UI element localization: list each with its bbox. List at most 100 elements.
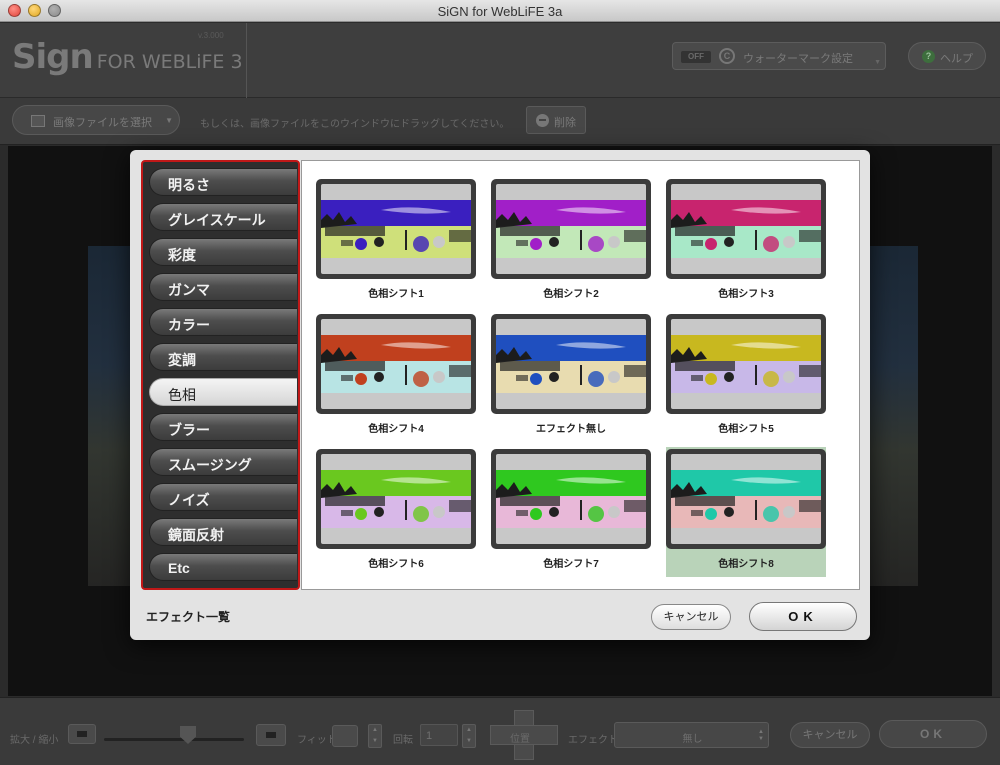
effect-thumbnail-label: 色相シフト8 — [718, 559, 774, 570]
delete-label: 削除 — [554, 117, 576, 129]
drag-hint-text: もしくは、画像ファイルをこのウインドウにドラッグしてください。 — [200, 119, 510, 130]
thumbnail-image — [671, 454, 821, 544]
header-divider — [246, 23, 247, 98]
effect-thumbnail-label: エフェクト無し — [536, 424, 606, 435]
effect-thumbnail[interactable]: 色相シフト8 — [666, 447, 826, 577]
effect-thumbnail[interactable]: 色相シフト1 — [316, 177, 476, 307]
zoom-out-button[interactable] — [68, 724, 96, 744]
category-item-label: 彩度 — [168, 247, 196, 263]
zoom-slider[interactable] — [104, 738, 244, 741]
help-button[interactable]: ? ヘルプ — [908, 42, 986, 70]
category-item-label: ガンマ — [168, 282, 210, 298]
effect-list-label: エフェクト一覧 — [146, 610, 231, 624]
logo-text: Sign — [12, 37, 94, 77]
rotate-stepper[interactable]: ▲ ▼ — [462, 724, 476, 748]
fit-horizontal-button[interactable] — [332, 725, 358, 747]
version-label: v.3.000 — [198, 31, 224, 40]
thumbnail-frame — [316, 314, 476, 414]
beach-scene-image — [671, 335, 821, 393]
effect-thumbnail-label: 色相シフト5 — [718, 424, 774, 435]
thumbnail-image — [321, 454, 471, 544]
dialog-ok-button[interactable]: OK — [749, 602, 857, 631]
fit-stepper[interactable]: ▲ ▼ — [368, 724, 382, 748]
thumbnail-frame — [491, 449, 651, 549]
category-item-label: グレイスケール — [168, 212, 266, 228]
category-item[interactable]: 色相 — [149, 378, 297, 406]
category-item[interactable]: ブラー — [149, 413, 297, 441]
main-ok-button[interactable]: OK — [879, 720, 987, 748]
effect-grid: 色相シフト1 色相シフト2 色相シフト3 色相シフト4 エフェクト無し 色相シフト5 色相シ… — [301, 160, 860, 590]
watermark-settings-button[interactable]: OFF C ウォーターマーク設定 ▼ — [672, 42, 886, 70]
logo-subtext: FOR WEBLiFE 3 — [96, 51, 243, 73]
category-item-label: 鏡面反射 — [168, 527, 224, 543]
position-label: 位置 — [510, 734, 530, 745]
thumbnail-frame — [316, 449, 476, 549]
thumbnail-image — [321, 319, 471, 409]
category-item[interactable]: カラー — [149, 308, 297, 336]
category-item[interactable]: 鏡面反射 — [149, 518, 297, 546]
stepper-arrows-icon: ▲ ▼ — [758, 729, 764, 742]
effect-thumbnail[interactable]: 色相シフト3 — [666, 177, 826, 307]
app-logo: Sign FOR WEBLiFE 3 — [12, 37, 243, 77]
category-item[interactable]: 彩度 — [149, 238, 297, 266]
effect-thumbnail[interactable]: 色相シフト7 — [491, 447, 651, 577]
zoom-label: 拡大 / 縮小 — [10, 735, 59, 746]
beach-scene-image — [671, 200, 821, 258]
beach-scene-image — [496, 335, 646, 393]
thumbnail-frame — [666, 179, 826, 279]
effect-thumbnail[interactable]: エフェクト無し — [491, 312, 651, 442]
beach-scene-image — [671, 470, 821, 528]
select-image-file-label: 画像ファイルを選択 — [53, 117, 152, 129]
thumbnail-image — [321, 184, 471, 274]
rotate-label: 回転 — [393, 735, 413, 746]
dialog-cancel-button[interactable]: キャンセル — [651, 604, 731, 630]
question-icon: ? — [922, 50, 935, 63]
images-icon — [31, 115, 45, 127]
large-image-icon — [266, 732, 276, 738]
category-item[interactable]: ガンマ — [149, 273, 297, 301]
dropdown-arrow-icon: ▼ — [874, 59, 881, 66]
category-item[interactable]: ノイズ — [149, 483, 297, 511]
select-image-file-button[interactable]: 画像ファイルを選択 ▼ — [12, 105, 180, 135]
category-item-label: 変調 — [168, 352, 196, 368]
category-item-label: 明るさ — [168, 177, 210, 193]
copyright-icon: C — [719, 48, 735, 64]
zoom-slider-thumb[interactable] — [180, 726, 196, 744]
watermark-toggle[interactable]: OFF — [681, 51, 711, 63]
effect-dialog: 明るさグレイスケール 彩度ガンマカラー変調色相ブラースムージングノイズ鏡面反射 Et… — [130, 150, 870, 640]
small-image-icon — [77, 731, 87, 737]
position-dpad[interactable]: 位置 — [490, 710, 558, 760]
thumbnail-frame — [491, 179, 651, 279]
delete-button[interactable]: 削除 — [526, 106, 586, 134]
thumbnail-image — [496, 454, 646, 544]
category-item[interactable]: 明るさ — [149, 168, 297, 196]
effect-thumbnail[interactable]: 色相シフト2 — [491, 177, 651, 307]
thumbnail-frame — [316, 179, 476, 279]
dropdown-arrow-icon: ▼ — [165, 116, 173, 125]
zoom-in-button[interactable] — [256, 724, 286, 746]
category-item[interactable]: スムージング — [149, 448, 297, 476]
thumbnail-image — [671, 319, 821, 409]
fit-label: フィット — [297, 735, 337, 746]
category-item[interactable]: グレイスケール — [149, 203, 297, 231]
effect-thumbnail[interactable]: 色相シフト5 — [666, 312, 826, 442]
beach-scene-image — [496, 470, 646, 528]
effect-thumbnail-label: 色相シフト6 — [368, 559, 424, 570]
effect-thumbnail-label: 色相シフト4 — [368, 424, 424, 435]
category-list: 明るさグレイスケール 彩度ガンマカラー変調色相ブラースムージングノイズ鏡面反射 Et… — [141, 160, 300, 590]
category-item[interactable]: Etc — [149, 553, 297, 581]
effect-thumbnail-label: 色相シフト3 — [718, 289, 774, 300]
effect-thumbnail[interactable]: 色相シフト6 — [316, 447, 476, 577]
effect-thumbnail-label: 色相シフト1 — [368, 289, 424, 300]
rotate-field[interactable]: 1 — [420, 724, 458, 746]
effect-thumbnail[interactable]: 色相シフト4 — [316, 312, 476, 442]
category-item[interactable]: 変調 — [149, 343, 297, 371]
beach-scene-image — [321, 335, 471, 393]
thumbnail-image — [671, 184, 821, 274]
bottom-controls: 拡大 / 縮小 フィット ▲ ▼ 回転 1 ▲ ▼ 位置 エフェクト 無し ▲ ▼ キ… — [0, 697, 1000, 765]
category-item-label: ノイズ — [168, 492, 210, 508]
file-toolbar: 画像ファイルを選択 ▼ もしくは、画像ファイルをこのウインドウにドラッグしてくだ… — [0, 98, 1000, 145]
effect-thumbnail-label: 色相シフト2 — [543, 289, 599, 300]
main-cancel-button[interactable]: キャンセル — [790, 722, 870, 748]
effect-select[interactable]: 無し ▲ ▼ — [614, 722, 769, 748]
